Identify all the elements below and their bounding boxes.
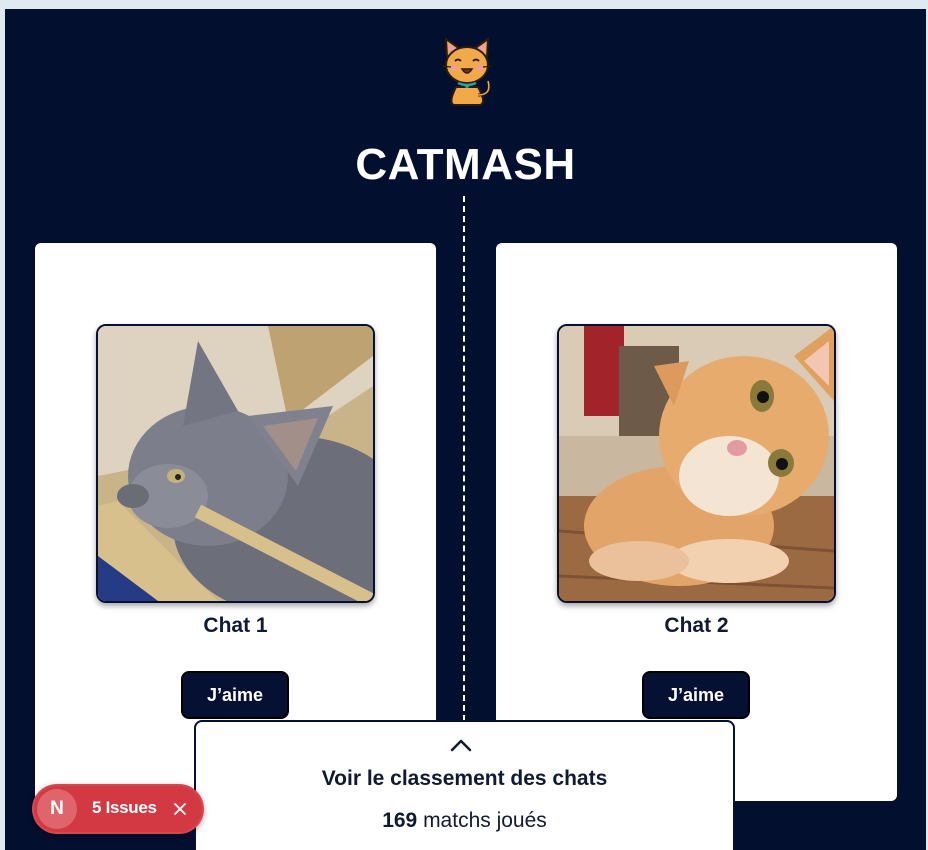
like-button-2[interactable]: J’aime bbox=[642, 671, 750, 719]
ranking-link[interactable]: Voir le classement des chats bbox=[196, 767, 733, 791]
cat-photo-1[interactable] bbox=[96, 324, 375, 603]
cat-card-2: Chat 2 J’aime bbox=[496, 243, 897, 801]
cat-card-1: Chat 1 J’aime bbox=[35, 243, 436, 801]
cat-name-2: Chat 2 bbox=[664, 614, 729, 637]
next-logo-icon[interactable]: N bbox=[37, 789, 77, 829]
matches-played: 169 matchs joués bbox=[196, 809, 733, 833]
matches-suffix: matchs joués bbox=[417, 809, 547, 832]
chevron-up-icon[interactable] bbox=[449, 737, 473, 753]
close-icon[interactable] bbox=[172, 801, 188, 817]
cat-name-1: Chat 1 bbox=[203, 614, 268, 637]
matches-count: 169 bbox=[382, 809, 418, 832]
ranking-drawer[interactable]: Voir le classement des chats 169 matchs … bbox=[194, 720, 735, 850]
issues-label[interactable]: 5 Issues bbox=[92, 798, 157, 818]
versus-divider bbox=[463, 196, 465, 731]
issues-badge[interactable]: N 5 Issues bbox=[32, 784, 204, 834]
like-button-1[interactable]: J’aime bbox=[181, 671, 289, 719]
app-title: CATMASH bbox=[355, 140, 576, 189]
app-container: CATMASH Chat 1 J’aime Chat 2 J’aime Voir… bbox=[5, 9, 926, 850]
cat-photo-2[interactable] bbox=[557, 324, 836, 603]
cat-logo-icon bbox=[441, 37, 493, 106]
